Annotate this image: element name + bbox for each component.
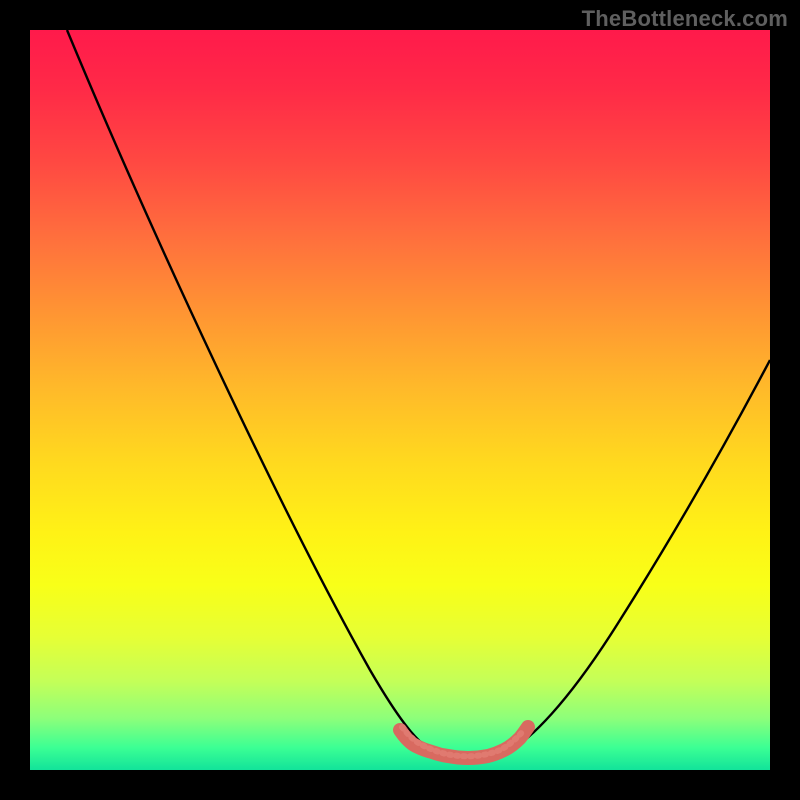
chart-frame: TheBottleneck.com [0,0,800,800]
curves-svg [30,30,770,770]
watermark-text: TheBottleneck.com [582,6,788,32]
plot-area [30,30,770,770]
bottleneck-curve [67,30,770,762]
